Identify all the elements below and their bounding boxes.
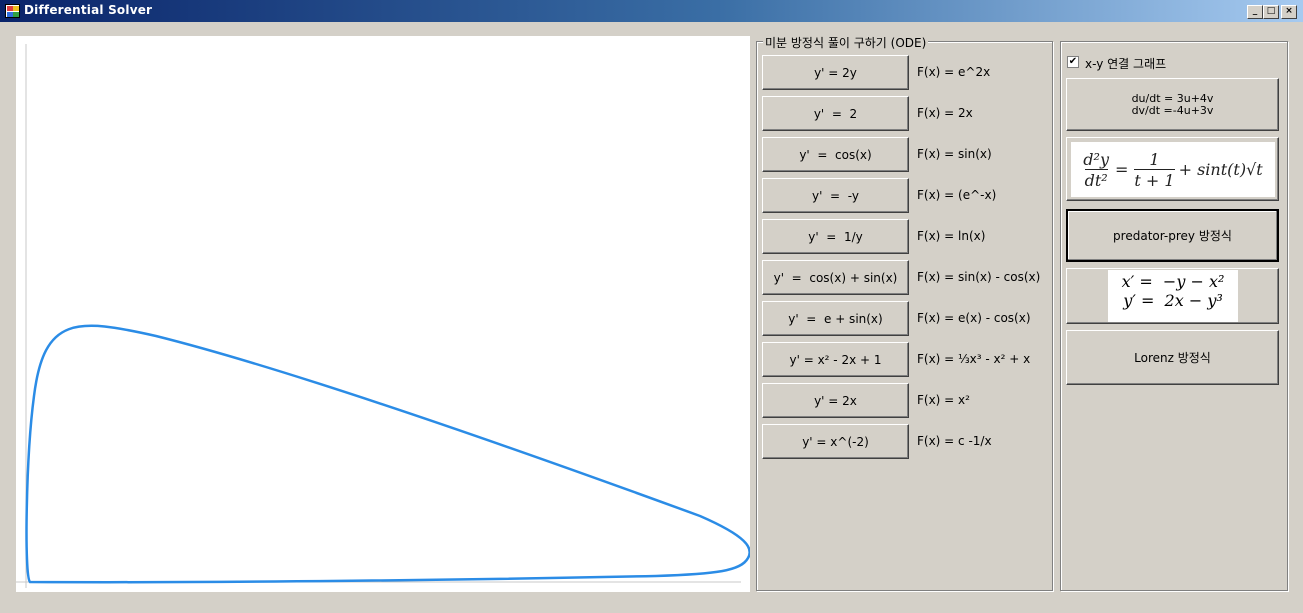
ode-button-6[interactable]: y' = cos(x) + sin(x) [762,260,909,295]
linear-system-line2: dv/dt =-4u+3v [1131,103,1214,117]
ode-button-5[interactable]: y' = 1/y [762,219,909,254]
formula-denominator: dt² [1084,168,1108,190]
linear-system-line1: du/dt = 3u+4v [1131,91,1214,105]
title-bar: Differential Solver [0,0,1303,22]
ode-button-7[interactable]: y' = e + sin(x) [762,301,909,336]
ode-solution-label: F(x) = sin(x) [917,147,992,161]
eq1-rhs: −y − x² [1162,272,1225,291]
ode-solution-label: F(x) = x² [917,393,970,407]
ode-button-3[interactable]: y' = cos(x) [762,137,909,172]
maximize-button[interactable]: □ [1263,5,1279,19]
ode-button-label: y' = e + sin(x) [788,311,883,326]
window-title: Differential Solver [24,3,153,17]
ode-button-label: y' = -y [812,188,859,203]
ode-solution-label: F(x) = e^2x [917,65,991,79]
ode-solution-label: F(x) = ln(x) [917,229,986,243]
formula-numerator: d²y [1083,149,1109,169]
ode-button-8[interactable]: y' = x² - 2x + 1 [762,342,909,377]
plot-area [16,36,751,592]
solution-curve [25,324,751,584]
xy-connect-checkbox[interactable]: ✔ [1067,56,1079,68]
ode-button-4[interactable]: y' = -y [762,178,909,213]
rhs-numerator: 1 [1149,149,1160,169]
ode-button-label: y' = cos(x) + sin(x) [773,270,898,285]
linear-system-button[interactable]: du/dt = 3u+4v dv/dt =-4u+3v [1066,78,1279,131]
plot-canvas [16,44,751,588]
second-order-ode-button[interactable]: d²y dt² = 1 t + 1 + sint(t)√t [1066,137,1279,201]
xy-connect-label: x-y 연결 그래프 [1085,57,1167,71]
eq2-lhs: y′ = [1123,291,1155,310]
ode-solution-label: F(x) = 2x [917,106,973,120]
ode-button-label: y' = 1/y [808,229,863,244]
ode-button-2[interactable]: y' = 2 [762,96,909,131]
ode-solution-label: F(x) = sin(x) - cos(x) [917,270,1041,284]
minimize-button[interactable]: _ [1247,5,1263,19]
ode-button-1[interactable]: y' = 2y [762,55,909,90]
lorenz-label: Lorenz 방정식 [1134,351,1211,365]
ode-solution-label: F(x) = ⅓x³ - x² + x [917,352,1031,366]
predator-prey-label: predator-prey 방정식 [1113,229,1232,243]
ode-button-9[interactable]: y' = 2x [762,383,909,418]
ode-group-legend: 미분 방정식 풀이 구하기 (ODE) [763,34,929,51]
nonlinear-system-button[interactable]: x′ = −y − x² y′ = 2x − y³ [1066,268,1279,324]
ode-button-label: y' = 2x [814,393,857,408]
eq2-rhs: 2x − y³ [1164,291,1223,310]
ode-solution-label: F(x) = c -1/x [917,434,992,448]
rhs-rest: + sint(t)√t [1178,160,1263,179]
lorenz-button[interactable]: Lorenz 방정식 [1066,330,1279,385]
ode-button-label: y' = x^(-2) [802,434,869,449]
nonlinear-system-formula: x′ = −y − x² y′ = 2x − y³ [1108,270,1238,322]
ode-button-label: y' = x² - 2x + 1 [789,352,882,367]
ode-button-10[interactable]: y' = x^(-2) [762,424,909,459]
ode-button-label: y' = cos(x) [799,147,872,162]
rhs-denominator: t + 1 [1134,168,1175,190]
ode-solution-label: F(x) = (e^-x) [917,188,997,202]
app-icon [5,4,20,18]
predator-prey-button[interactable]: predator-prey 방정식 [1066,209,1279,262]
ode-button-label: y' = 2y [814,65,857,80]
ode-solution-label: F(x) = e(x) - cos(x) [917,311,1031,325]
eq1-lhs: x′ = [1121,272,1153,291]
ode-button-label: y' = 2 [813,106,858,121]
second-order-formula: d²y dt² = 1 t + 1 + sint(t)√t [1071,142,1275,197]
close-button[interactable]: × [1281,5,1297,19]
